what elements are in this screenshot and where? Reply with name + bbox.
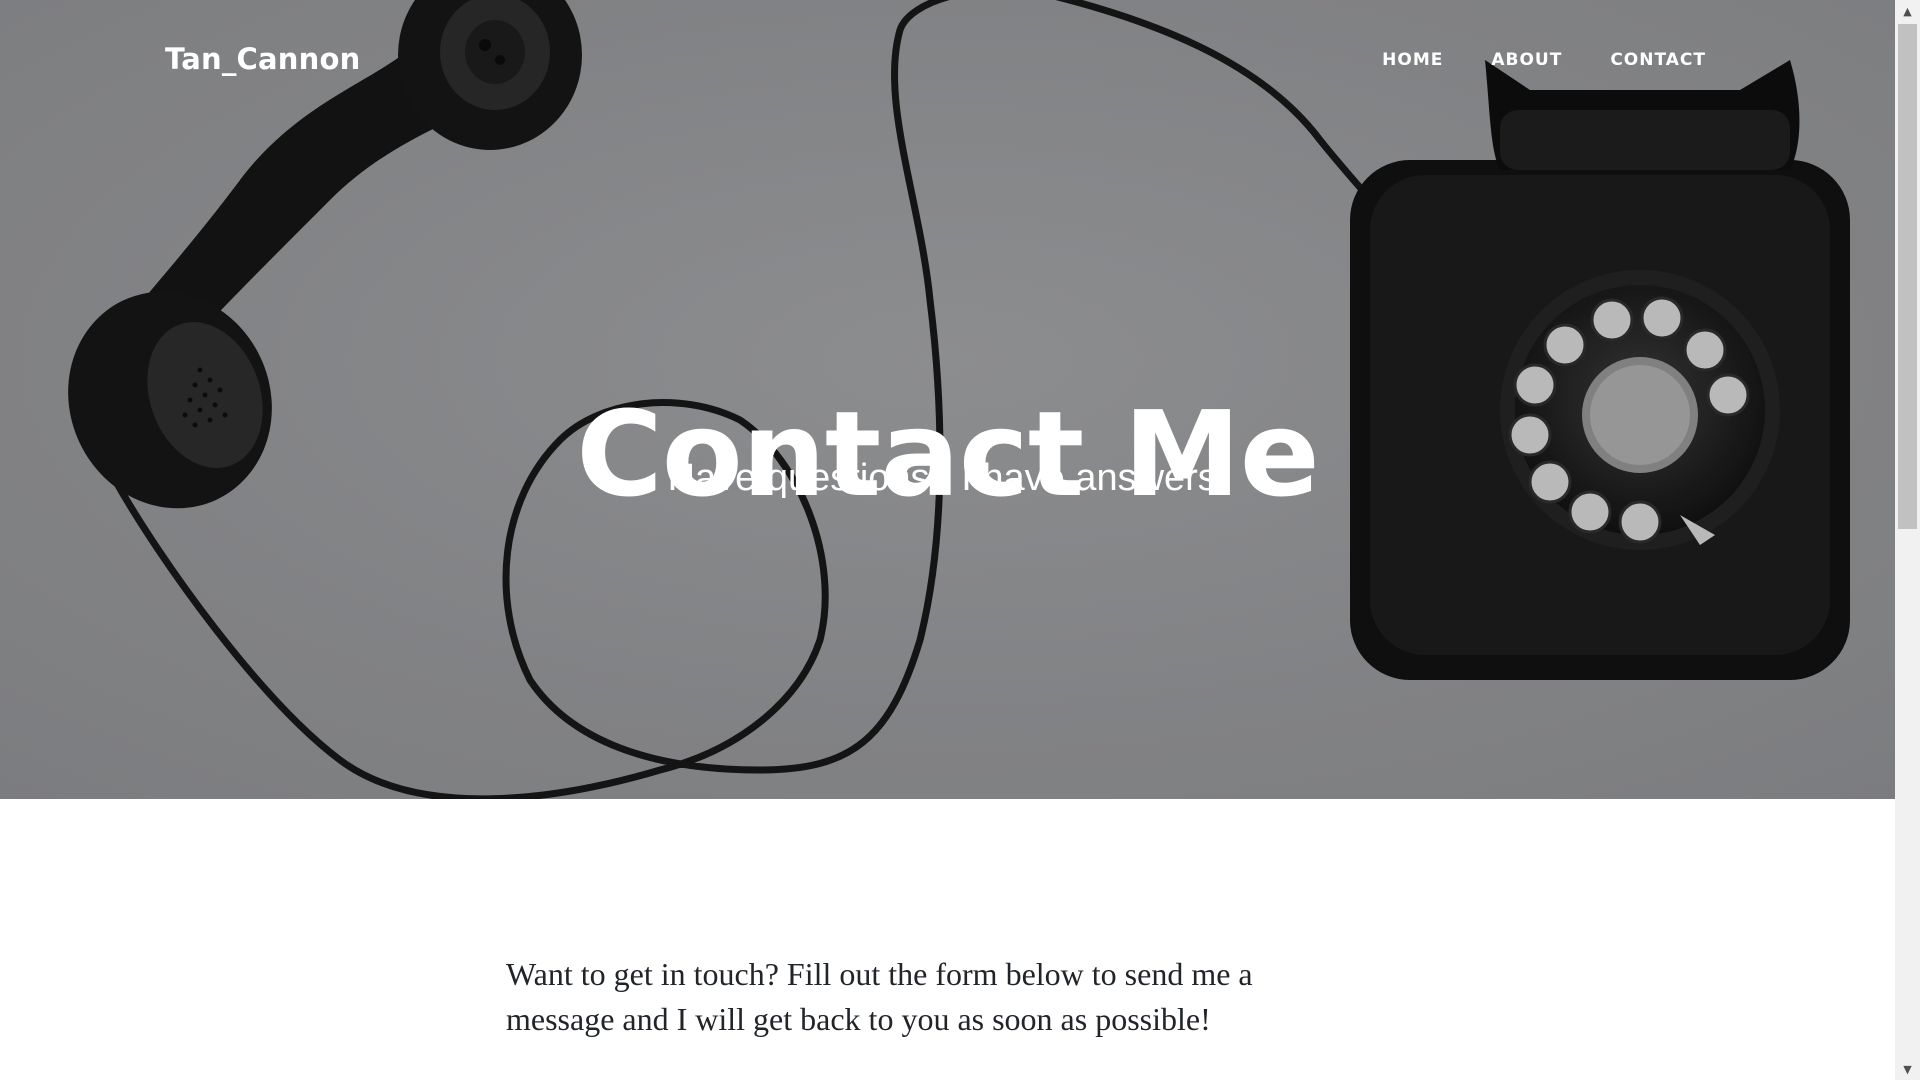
page-subtitle: Have questions? I have answers. [667, 457, 1228, 499]
page: Tan_Cannon HOME ABOUT CONTACT Contact Me… [0, 0, 1920, 1080]
nav-link-home[interactable]: HOME [1382, 50, 1443, 70]
brand-logo-link[interactable]: Tan_Cannon [165, 42, 360, 76]
navbar: Tan_Cannon HOME ABOUT CONTACT [0, 0, 1895, 120]
triangle-down-icon[interactable]: ▼ [1895, 1058, 1920, 1080]
nav-links: HOME ABOUT CONTACT [1334, 50, 1706, 70]
contact-intro-text: Want to get in touch? Fill out the form … [506, 956, 1253, 1037]
hero-header: Tan_Cannon HOME ABOUT CONTACT Contact Me… [0, 0, 1895, 799]
scrollbar-thumb[interactable] [1898, 24, 1917, 529]
nav-link-contact[interactable]: CONTACT [1610, 50, 1706, 70]
nav-link-about[interactable]: ABOUT [1491, 50, 1562, 70]
triangle-up-icon[interactable]: ▲ [1895, 0, 1920, 22]
content-area: Tan_Cannon HOME ABOUT CONTACT Contact Me… [0, 0, 1895, 1080]
vertical-scrollbar[interactable]: ▲ ▼ [1895, 0, 1920, 1080]
